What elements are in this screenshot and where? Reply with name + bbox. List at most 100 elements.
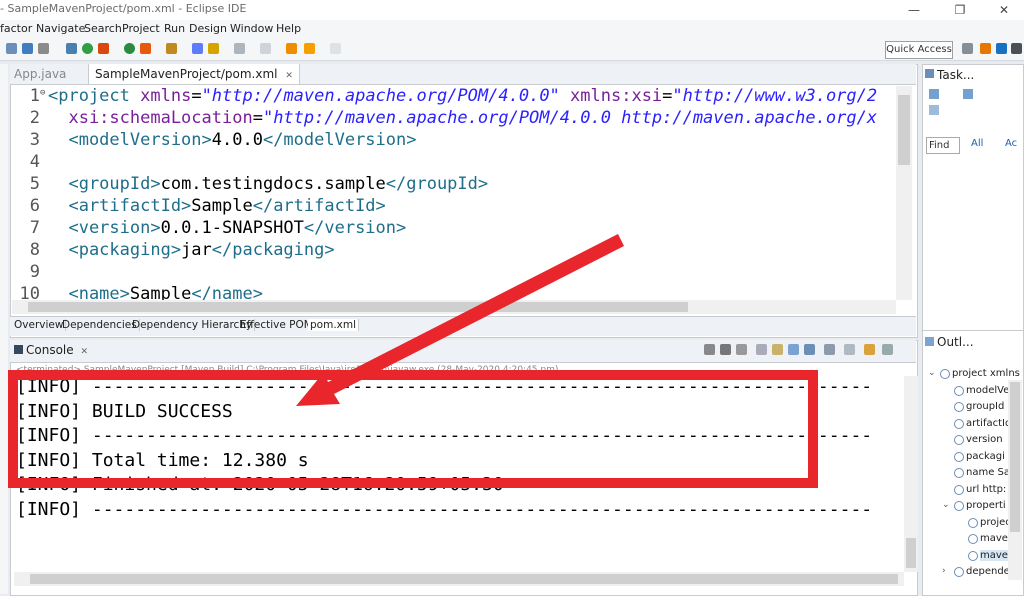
open-task-icon[interactable] — [166, 43, 177, 54]
task-all-link[interactable]: All — [971, 138, 983, 149]
code-token: 0.0.1-SNAPSHOT — [160, 218, 304, 238]
code-editor[interactable]: 1 ⊖ <project xmlns="http://maven.apache.or… — [12, 86, 896, 300]
xml-element-icon — [954, 501, 964, 511]
outline-item[interactable]: modelVe — [966, 385, 1009, 396]
run-icon[interactable] — [82, 43, 93, 54]
external-tools-icon[interactable] — [98, 43, 109, 54]
outline-item[interactable]: mave — [980, 533, 1008, 544]
tab-effective-pom[interactable]: Effective POM — [238, 319, 316, 331]
java-perspective-icon[interactable] — [996, 43, 1007, 54]
close-tab-icon[interactable]: ✕ — [285, 71, 293, 81]
remove-launch-icon[interactable] — [720, 344, 731, 355]
outline-item[interactable]: depende — [966, 566, 1010, 577]
debug-perspective-icon[interactable] — [1011, 43, 1022, 54]
maximize-view-icon[interactable] — [882, 344, 893, 355]
outline-item[interactable]: packagi — [966, 451, 1005, 462]
pin-icon[interactable] — [330, 43, 341, 54]
console-tab[interactable]: Console ✕ — [14, 343, 88, 357]
task-list-icon — [925, 69, 934, 78]
code-token: <modelVersion> — [48, 130, 212, 150]
outline-item[interactable]: name Sa — [966, 467, 1010, 478]
word-wrap-icon[interactable] — [788, 344, 799, 355]
menu-help[interactable]: Help — [276, 22, 301, 35]
quick-access-field[interactable]: Quick Access — [885, 41, 953, 59]
terminate-icon[interactable] — [704, 344, 715, 355]
new-class-icon[interactable] — [124, 43, 135, 54]
restore-button[interactable]: ❐ — [940, 0, 980, 20]
clear-console-icon[interactable] — [756, 344, 767, 355]
save-icon[interactable] — [38, 43, 49, 54]
outline-item[interactable]: project xmlns — [952, 368, 1020, 379]
outline-item[interactable]: url http: — [966, 484, 1006, 495]
xml-element-icon — [940, 369, 950, 379]
outline-item[interactable]: mave — [980, 549, 1008, 561]
open-perspective-icon[interactable] — [962, 43, 973, 54]
new-icon[interactable] — [22, 43, 33, 54]
category-icon[interactable] — [963, 89, 973, 99]
outline-item[interactable]: artifactId — [966, 418, 1011, 429]
xml-element-icon — [954, 418, 964, 429]
xml-element-icon — [954, 435, 964, 445]
editor-vertical-scroll-thumb[interactable] — [898, 95, 910, 165]
menu-project[interactable]: Project — [122, 22, 160, 35]
outline-expand-icon[interactable]: ⌄ — [942, 500, 950, 510]
tab-app-java[interactable]: App.java — [14, 67, 66, 81]
outline-panel-title[interactable]: Outl... — [937, 335, 974, 349]
outline-scroll-thumb[interactable] — [1010, 382, 1020, 532]
tab-dependencies[interactable]: Dependencies — [60, 319, 140, 331]
close-window-button[interactable]: ✕ — [984, 0, 1024, 20]
task-panel-title[interactable]: Task... — [937, 68, 974, 82]
console-horizontal-scroll-thumb[interactable] — [30, 574, 898, 584]
menu-refactor[interactable]: factor — [0, 22, 32, 35]
code-text: <packaging>jar</packaging> — [48, 240, 334, 260]
line-number: 8 — [29, 240, 40, 260]
tab-pom-label: SampleMavenProject/pom.xml — [95, 67, 278, 81]
pin-console-icon[interactable] — [804, 344, 815, 355]
new-task-icon[interactable] — [929, 89, 939, 99]
editor-horizontal-scroll-thumb[interactable] — [28, 302, 688, 312]
menu-navigate[interactable]: Navigate — [36, 22, 85, 35]
console-title-label: Console — [26, 343, 74, 357]
tab-pom-xml[interactable]: SampleMavenProject/pom.xml ✕ — [88, 64, 300, 84]
console-vertical-scroll-thumb[interactable] — [906, 538, 916, 568]
menu-run[interactable]: Run — [164, 22, 185, 35]
back-icon[interactable] — [286, 43, 297, 54]
tab-overview[interactable]: Overview — [12, 319, 67, 331]
open-type-icon[interactable] — [140, 43, 151, 54]
window-title: - SampleMavenProject/pom.xml - Eclipse I… — [0, 2, 247, 15]
code-token: <artifactId> — [48, 196, 192, 216]
code-token: = — [662, 86, 673, 106]
outline-item[interactable]: properti — [966, 500, 1006, 511]
forward-icon[interactable] — [304, 43, 315, 54]
minimize-view-icon[interactable] — [864, 344, 875, 355]
outline-expand-icon[interactable]: ⌄ — [928, 368, 936, 378]
code-token: xmlns:xsi — [570, 86, 663, 106]
debug-icon[interactable] — [66, 43, 77, 54]
task-activate-link[interactable]: Ac — [1005, 138, 1017, 149]
fold-toggle-icon[interactable]: ⊖ — [40, 88, 45, 98]
search-icon[interactable] — [192, 43, 203, 54]
display-console-icon[interactable] — [824, 344, 835, 355]
task-find-input[interactable]: Find — [926, 137, 960, 154]
toolbar-icon[interactable] — [6, 43, 17, 54]
java-ee-perspective-icon[interactable] — [980, 43, 991, 54]
open-console-icon[interactable] — [844, 344, 855, 355]
minimize-button[interactable]: — — [894, 0, 934, 20]
annotation-icon[interactable] — [208, 43, 219, 54]
tab-pom-source[interactable]: pom.xml — [308, 319, 360, 331]
outline-item[interactable]: projec — [980, 517, 1011, 528]
prev-annotation-icon[interactable] — [260, 43, 271, 54]
next-annotation-icon[interactable] — [234, 43, 245, 54]
remove-all-icon[interactable] — [736, 344, 747, 355]
scroll-lock-icon[interactable] — [772, 344, 783, 355]
close-console-icon[interactable]: ✕ — [80, 347, 88, 357]
menu-design[interactable]: Design — [189, 22, 227, 35]
filter-icon[interactable] — [929, 105, 939, 115]
tab-dependency-hierarchy[interactable]: Dependency Hierarchy — [130, 319, 256, 331]
outline-expand-icon[interactable]: › — [942, 566, 946, 576]
menu-window[interactable]: Window — [230, 22, 273, 35]
menu-search[interactable]: Search — [84, 22, 122, 35]
outline-item[interactable]: version — [966, 434, 1003, 445]
code-text: <project xmlns="http://maven.apache.org/… — [48, 86, 877, 106]
outline-item[interactable]: groupId — [966, 401, 1004, 412]
